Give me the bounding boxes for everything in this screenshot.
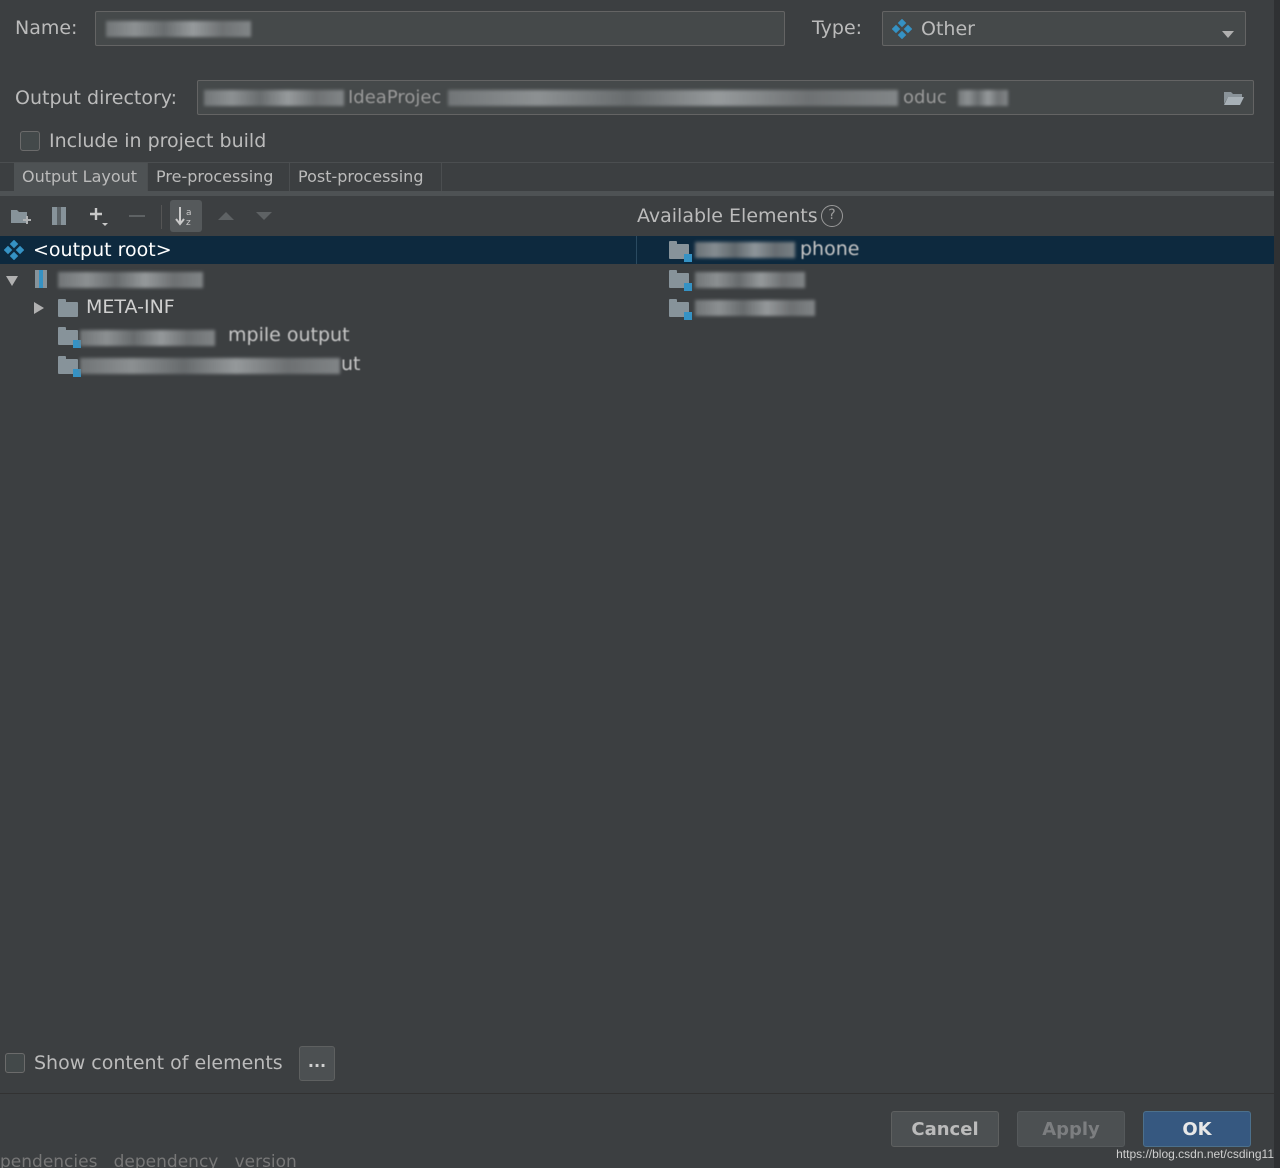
ok-button[interactable]: OK [1143, 1111, 1251, 1147]
help-icon[interactable]: ? [821, 205, 843, 227]
panel-divider [636, 236, 637, 264]
module-folder-icon [58, 356, 81, 378]
window-edge [1274, 0, 1280, 1168]
svg-text:z: z [186, 218, 191, 228]
name-label: Name: [15, 17, 78, 39]
redacted-name [106, 21, 251, 37]
module-folder-icon [669, 299, 692, 321]
archive-icon [34, 269, 48, 293]
chevron-down-icon [1221, 24, 1235, 43]
available-item-2[interactable] [695, 272, 805, 288]
apply-button[interactable]: Apply [1017, 1111, 1125, 1147]
include-build-checkbox[interactable] [20, 131, 40, 151]
ellipsis-button[interactable]: ... [299, 1046, 335, 1081]
redacted-module-1 [80, 330, 215, 346]
move-up-icon[interactable] [213, 203, 239, 229]
background-editor-fragment: pendencies dependency version [0, 1152, 297, 1168]
tree-last-item[interactable]: ut [341, 353, 361, 375]
minus-icon[interactable] [124, 203, 150, 229]
output-dir-label: Output directory: [15, 87, 178, 109]
tab-output-layout[interactable]: Output Layout [14, 163, 148, 191]
tree-output-root[interactable]: <output root> [33, 239, 172, 261]
module-folder-icon [669, 270, 692, 292]
folder-open-icon[interactable] [1223, 89, 1245, 110]
toolbar-separator [161, 205, 162, 229]
output-dir-fragment-2: oduc [903, 87, 947, 108]
archive-icon[interactable] [46, 203, 72, 229]
cancel-button[interactable]: Cancel [891, 1111, 999, 1147]
output-dir-input[interactable]: IdeaProjec oduc [197, 80, 1254, 115]
available-item-3[interactable] [695, 300, 815, 316]
new-folder-icon[interactable] [8, 203, 34, 229]
move-down-icon[interactable] [251, 203, 277, 229]
redacted-artifact-name [58, 272, 203, 288]
expand-down-icon[interactable] [5, 272, 19, 291]
artifact-diamond-icon [3, 239, 25, 264]
show-content-checkbox[interactable] [5, 1053, 25, 1073]
redacted-path-1 [204, 90, 344, 106]
tab-underline [0, 191, 1274, 196]
redacted-available-1 [695, 242, 795, 258]
footer-divider [0, 1093, 1274, 1094]
available-item-1[interactable]: phone [800, 238, 859, 260]
bottom-strip: pendencies dependency version https://bl… [0, 1148, 1280, 1168]
include-build-label: Include in project build [49, 130, 267, 152]
artifact-diamond-icon [891, 18, 913, 43]
watermark: https://blog.csdn.net/csding11 [1116, 1148, 1274, 1161]
show-content-label: Show content of elements [34, 1052, 283, 1074]
tab-pre-processing[interactable]: Pre-processing [148, 163, 290, 191]
type-label: Type: [812, 17, 863, 39]
tab-post-processing[interactable]: Post-processing [290, 163, 442, 191]
sort-az-icon[interactable]: az [170, 200, 202, 232]
redacted-module-2 [80, 358, 340, 374]
type-select[interactable]: Other [882, 11, 1246, 46]
type-value: Other [921, 18, 975, 40]
name-input[interactable] [95, 11, 785, 46]
redacted-path-3 [958, 90, 1008, 106]
tree-meta-inf[interactable]: META-INF [86, 296, 175, 318]
folder-icon [58, 299, 78, 321]
module-folder-icon [669, 241, 692, 263]
available-elements-heading: Available Elements [637, 205, 818, 227]
svg-text:a: a [186, 208, 192, 218]
selected-row [0, 236, 1274, 264]
module-folder-icon [58, 327, 81, 349]
redacted-path-2 [448, 90, 898, 106]
output-dir-fragment-1: IdeaProjec [348, 87, 442, 108]
tree-compile-output[interactable]: mpile output [228, 324, 350, 346]
expand-right-icon[interactable] [33, 300, 45, 319]
plus-icon[interactable] [85, 203, 111, 229]
